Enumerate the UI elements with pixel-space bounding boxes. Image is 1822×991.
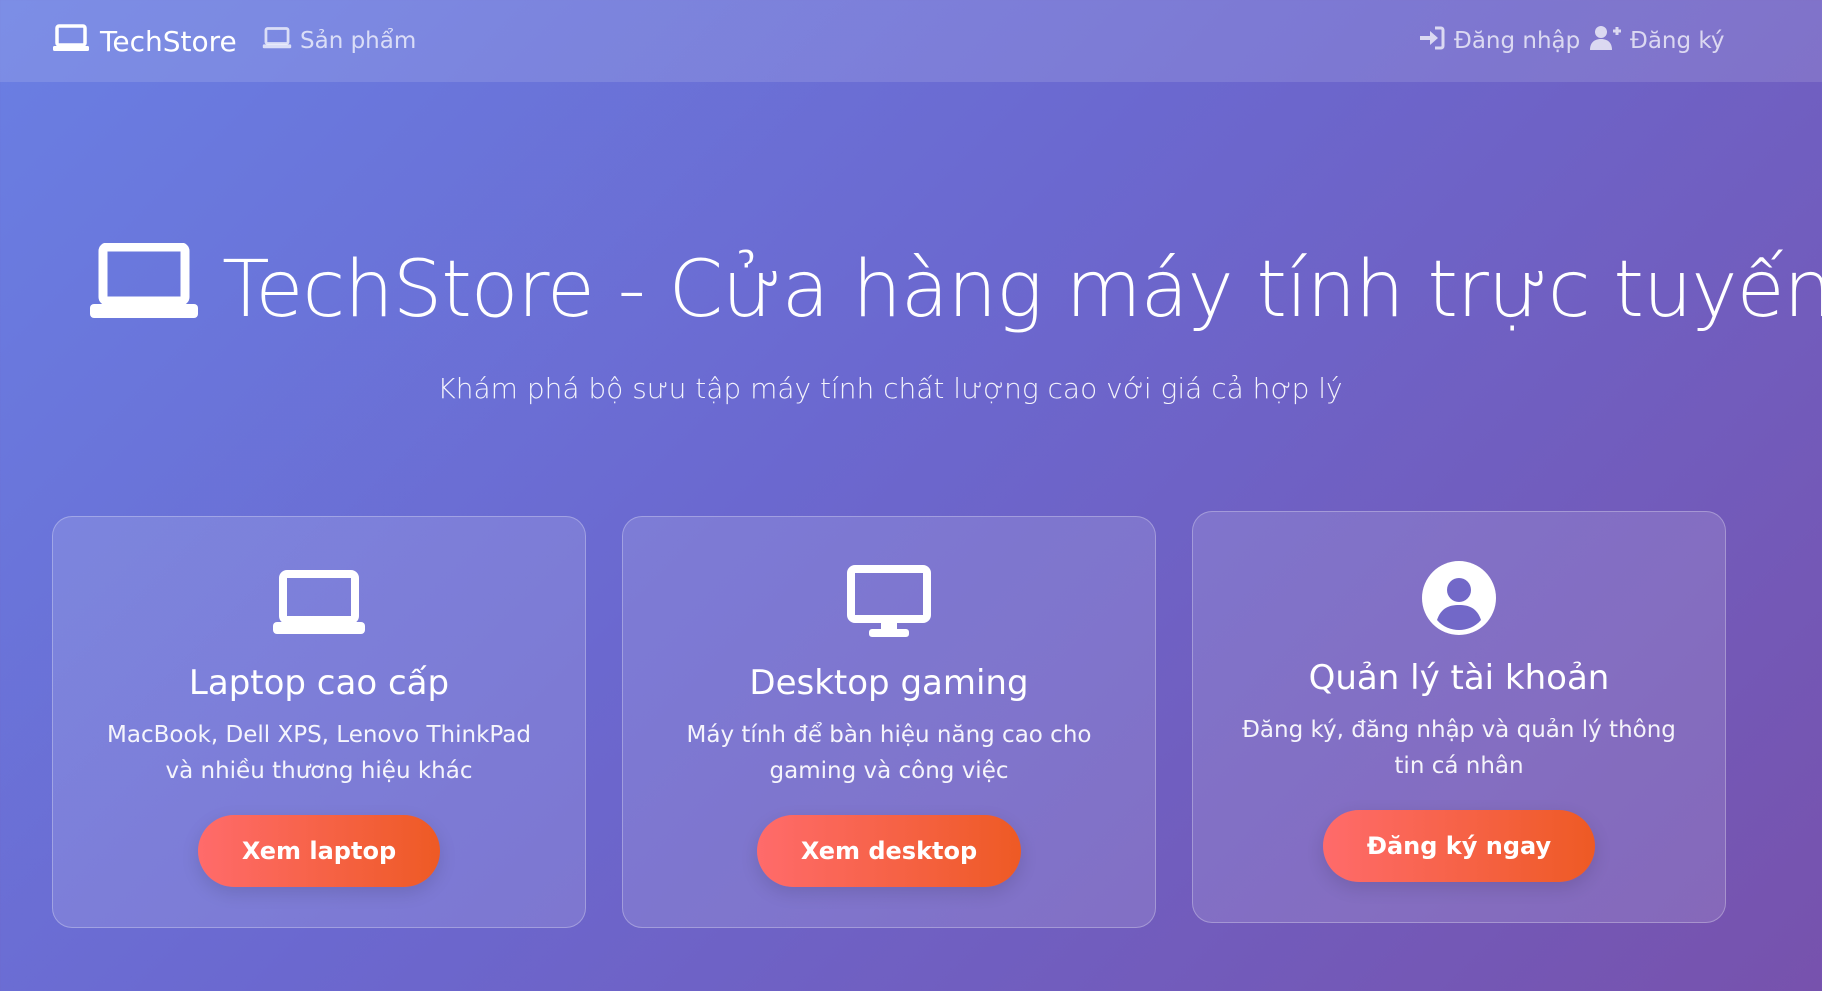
hero-subtitle: Khám phá bộ sưu tập máy tính chất lượng … (437, 372, 1343, 405)
user-plus-icon (1590, 24, 1622, 58)
hero-title: TechStore - Cửa hàng máy tính trực tuyến (90, 240, 1822, 340)
user-circle-icon (1421, 558, 1497, 638)
sign-in-icon (1418, 25, 1446, 57)
view-desktop-button[interactable]: Xem desktop (756, 815, 1022, 887)
laptop-icon (273, 563, 365, 643)
navbar: TechStore Sản phẩm Đăng nhập Đăng ký (0, 0, 1822, 82)
card-account: Quản lý tài khoản Đăng ký, đăng nhập và … (1192, 511, 1726, 923)
brand-link[interactable]: TechStore (52, 22, 237, 60)
card-title: Quản lý tài khoản (1308, 658, 1610, 698)
desktop-icon (847, 563, 931, 643)
nav-login[interactable]: Đăng nhập (1418, 24, 1580, 58)
card-laptop: Laptop cao cấp MacBook, Dell XPS, Lenovo… (52, 516, 586, 928)
view-laptop-button[interactable]: Xem laptop (197, 815, 441, 887)
laptop-icon (262, 26, 292, 56)
laptop-icon (52, 23, 90, 60)
nav-login-label: Đăng nhập (1454, 28, 1581, 54)
register-now-button[interactable]: Đăng ký ngay (1322, 810, 1596, 882)
laptop-icon (90, 242, 198, 338)
nav-products-label: Sản phẩm (300, 28, 417, 54)
hero-title-text: TechStore - Cửa hàng máy tính trực tuyến (222, 245, 1822, 335)
card-description: Máy tính để bàn hiệu năng cao cho gaming… (686, 722, 1092, 784)
card-title: Desktop gaming (749, 663, 1029, 703)
card-desktop: Desktop gaming Máy tính để bàn hiệu năng… (622, 516, 1156, 928)
brand-label: TechStore (100, 24, 237, 58)
nav-register-label: Đăng ký (1630, 28, 1725, 54)
nav-register[interactable]: Đăng ký (1590, 24, 1725, 58)
card-description: MacBook, Dell XPS, Lenovo ThinkPad và nh… (107, 722, 531, 784)
card-description: Đăng ký, đăng nhập và quản lý thông tin … (1242, 717, 1676, 779)
card-title: Laptop cao cấp (188, 663, 450, 703)
nav-products[interactable]: Sản phẩm (262, 24, 416, 58)
